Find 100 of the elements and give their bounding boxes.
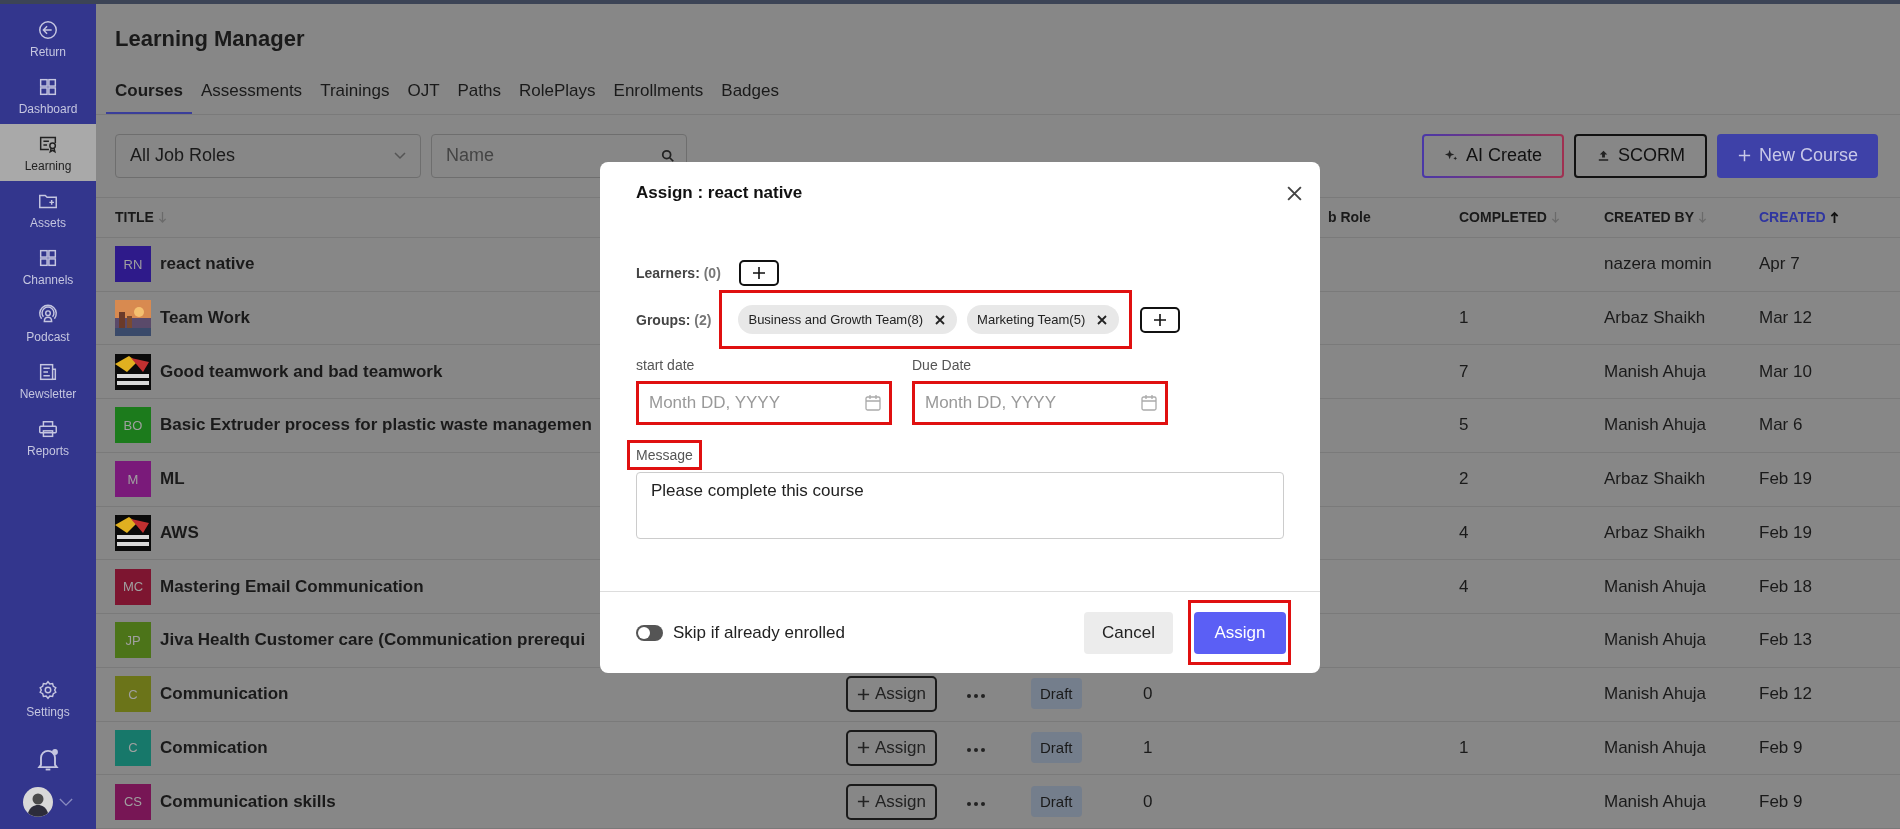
table-cell: Feb 9 (1759, 791, 1803, 811)
job-role-dropdown[interactable]: All Job Roles (115, 133, 421, 178)
cancel-button[interactable]: Cancel (1084, 612, 1173, 654)
chevron-down-icon (394, 151, 406, 160)
course-title[interactable]: Mastering Email Communication (160, 576, 424, 597)
column-header[interactable]: TITLE (115, 209, 846, 226)
tab[interactable]: Enrollments (604, 74, 713, 114)
table-cell: Manish Ahuja (1604, 684, 1707, 704)
close-icon[interactable] (1286, 184, 1303, 202)
plus-icon (1153, 312, 1168, 327)
new-course-button[interactable]: New Course (1716, 133, 1878, 178)
tab[interactable]: Assessments (192, 74, 312, 114)
sidebar-item[interactable]: Newsletter (0, 352, 96, 409)
table-cell: 1 (1459, 737, 1469, 757)
table-cell: Manish Ahuja (1604, 361, 1707, 381)
course-initials-thumbnail: RN (115, 246, 151, 283)
settings-icon (37, 678, 59, 701)
course-initials-thumbnail: MC (115, 568, 151, 605)
settings-item[interactable]: Settings (0, 670, 96, 727)
sidebar-item[interactable]: Return (0, 10, 96, 67)
column-header[interactable]: CREATED (1750, 209, 1900, 226)
skip-toggle[interactable]: Skip if already enrolled (636, 622, 845, 643)
tab[interactable]: Badges (712, 74, 788, 114)
plus-icon (857, 741, 870, 755)
table-cell: 7 (1459, 361, 1469, 381)
table-cell: Feb 19 (1759, 469, 1812, 489)
course-title[interactable]: AWS (160, 522, 199, 543)
table-cell: 5 (1459, 415, 1469, 435)
more-options-icon[interactable] (966, 693, 986, 700)
learners-label: Learners: (0) (636, 265, 721, 281)
course-initials-thumbnail: JP (115, 622, 151, 659)
add-button[interactable] (738, 260, 779, 286)
search-icon (661, 148, 675, 163)
table-cell: Feb 9 (1759, 737, 1803, 757)
tab[interactable]: RolePlays (510, 74, 605, 114)
assign-button[interactable]: Assign (846, 676, 938, 713)
page-title: Learning Manager (115, 24, 306, 53)
table-cell: Manish Ahuja (1604, 791, 1707, 811)
table-cell: Feb 18 (1759, 576, 1812, 596)
search-field[interactable]: Name (431, 133, 687, 178)
sidebar-item[interactable]: Podcast (0, 295, 96, 352)
more-options-icon[interactable] (966, 746, 986, 753)
date-label: start date (636, 357, 696, 373)
table-cell: 1 (1459, 307, 1469, 327)
course-title[interactable]: Communication (160, 684, 289, 705)
course-title[interactable]: Team Work (160, 307, 251, 328)
table-cell: 0 (1143, 684, 1153, 704)
course-initials-thumbnail: C (115, 729, 151, 766)
column-header[interactable]: CREATED BY (1595, 209, 1750, 226)
groups-label: Groups: (2) (636, 311, 712, 328)
table-cell: Mar 12 (1759, 307, 1812, 327)
sidebar-item[interactable]: Learning (0, 124, 96, 181)
more-options-icon[interactable] (966, 800, 986, 807)
course-title[interactable]: Communication skills (160, 791, 336, 812)
course-title[interactable]: react native (160, 254, 255, 275)
course-initials-thumbnail: BO (115, 407, 151, 444)
course-initials-thumbnail: C (115, 676, 151, 713)
assign-button[interactable]: Assign (846, 729, 938, 766)
assign-button[interactable]: Assign (1194, 612, 1286, 654)
table-cell: Arbaz Shaikh (1604, 522, 1706, 542)
tab[interactable]: Paths (448, 74, 510, 114)
course-title[interactable]: ML (160, 469, 185, 490)
course-title[interactable]: Jiva Health Customer care (Communication prerequi (160, 630, 586, 651)
column-header[interactable]: COMPLETED (1450, 209, 1595, 226)
tab[interactable]: Courses (106, 74, 193, 114)
remove-icon[interactable] (1097, 314, 1108, 325)
table-cell: Feb 12 (1759, 684, 1812, 704)
plus-icon (857, 687, 870, 701)
sidebar-item[interactable]: Channels (0, 238, 96, 295)
plus-icon (857, 795, 870, 809)
sidebar-item[interactable]: Reports (0, 409, 96, 466)
course-title[interactable]: Good teamwork and bad teamwork (160, 361, 443, 382)
remove-icon[interactable] (935, 314, 946, 325)
tab[interactable]: OJT (398, 74, 449, 114)
status-badge: Draft (1031, 785, 1082, 817)
add-button[interactable] (1140, 306, 1181, 333)
status-badge: Draft (1031, 678, 1082, 710)
avatar (23, 787, 53, 817)
table-cell: Mar 6 (1759, 415, 1803, 435)
assign-button[interactable]: Assign (846, 783, 938, 820)
table-cell: Manish Ahuja (1604, 415, 1707, 435)
table-cell: nazera momin (1604, 254, 1712, 274)
table-cell: Apr 7 (1759, 254, 1800, 274)
message-field[interactable]: Please complete this course (636, 472, 1284, 539)
course-title[interactable]: Basic Extruder process for plastic waste managemen (160, 415, 592, 436)
sidebar-item[interactable]: Assets (0, 181, 96, 238)
date-field[interactable]: Month DD, YYYY (636, 381, 892, 425)
table-cell: 0 (1143, 791, 1153, 811)
tab[interactable]: Trainings (311, 74, 399, 114)
course-title[interactable]: Commication (160, 737, 268, 758)
date-field[interactable]: Month DD, YYYY (912, 381, 1168, 425)
scorm-button[interactable]: SCORM (1573, 133, 1707, 178)
plus-icon (1736, 148, 1752, 164)
table-cell: Manish Ahuja (1604, 630, 1707, 650)
table-cell: Mar 10 (1759, 361, 1812, 381)
ai-create-button[interactable]: AI Create (1421, 133, 1564, 178)
date-label: Due Date (912, 357, 973, 373)
table-cell: 4 (1459, 576, 1469, 596)
course-initials-thumbnail: M (115, 461, 151, 498)
sidebar-item[interactable]: Dashboard (0, 67, 96, 124)
